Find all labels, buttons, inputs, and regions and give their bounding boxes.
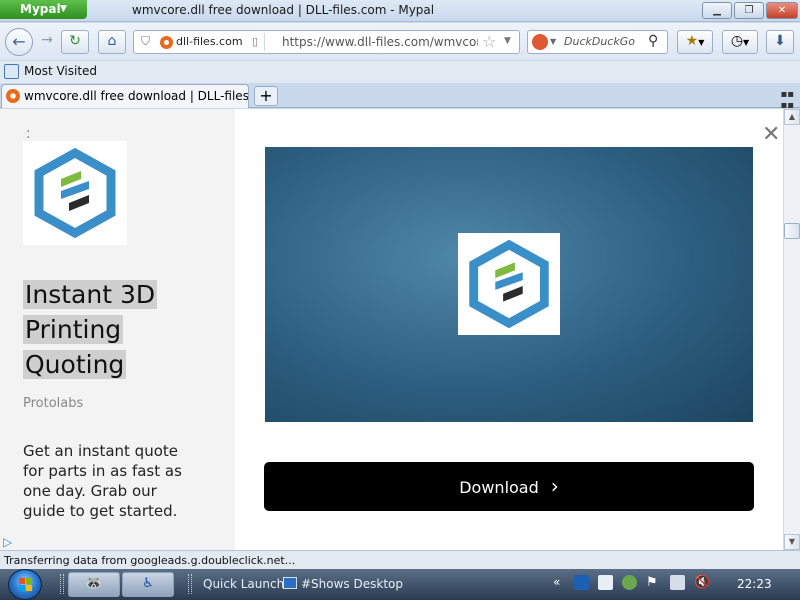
download-cta-button[interactable]: Download › — [264, 462, 754, 511]
protolabs-logo-icon — [469, 239, 549, 329]
window-controls: ▁ ❐ ✕ — [702, 2, 798, 19]
vertical-scrollbar[interactable]: ▲ ▼ — [783, 109, 800, 550]
ad-headline-line: Instant 3D — [23, 280, 158, 309]
search-bar[interactable]: ▼ DuckDuckGo ⚲ — [527, 30, 668, 54]
new-tab-button[interactable]: + — [254, 86, 278, 106]
clock-icon: ◷ — [730, 33, 744, 49]
status-text: Transferring data from googleads.g.doubl… — [4, 554, 296, 567]
scroll-up-arrow-icon[interactable]: ▲ — [784, 109, 800, 125]
forward-button[interactable]: → — [33, 30, 61, 54]
home-icon: ⌂ — [107, 33, 117, 49]
forward-arrow-icon: → — [41, 32, 53, 48]
download-arrow-icon: ⬇ — [774, 33, 786, 49]
quick-launch-label[interactable]: Quick Launch — [203, 577, 284, 591]
chevron-right-icon: › — [550, 474, 559, 498]
ad-headline-line: Printing — [23, 315, 124, 344]
download-cta-label: Download — [459, 478, 539, 497]
taskbar-app-mypal[interactable]: 🦝 — [68, 572, 120, 597]
navigation-toolbar: ← → ↻ ⌂ ⛉ dll-files.com ▯ https://www.dl… — [0, 23, 800, 60]
ad-headline[interactable]: Instant 3D Printing Quoting — [23, 277, 223, 382]
chevron-down-icon: ▼ — [743, 38, 750, 47]
ad-description: Get an instant quote for parts in as fas… — [23, 442, 182, 520]
tab-list-icon[interactable]: ▪▪ ▪▪ — [780, 89, 794, 111]
scroll-down-arrow-icon[interactable]: ▼ — [784, 534, 800, 550]
app-menu-button[interactable]: Mypal ▼ — [0, 0, 87, 19]
search-engine-dropdown-icon[interactable]: ▼ — [550, 37, 556, 46]
ad-video[interactable] — [265, 147, 753, 422]
back-arrow-icon: ← — [12, 32, 26, 51]
scrollbar-thumb[interactable] — [784, 223, 800, 239]
tray-document-icon[interactable] — [598, 575, 613, 590]
site-favicon-icon — [160, 36, 173, 49]
bookmark-most-visited[interactable]: Most Visited — [4, 64, 97, 79]
shows-desktop-label[interactable]: #Shows Desktop — [301, 577, 403, 591]
reload-button[interactable]: ↻ — [61, 30, 89, 54]
page-content: ··· Instant 3D Printing Quoting Protolab… — [0, 109, 783, 550]
tray-flag-icon[interactable]: ⚑ — [646, 575, 661, 590]
duckduckgo-icon — [532, 34, 548, 50]
taskbar: 🦝 ♿ Quick Launch #Shows Desktop « ⚑ 🔇 22… — [0, 569, 800, 600]
window-title: wmvcore.dll free download | DLL-files.co… — [132, 3, 435, 17]
bookmarks-menu-button[interactable]: ★▼ — [677, 30, 713, 54]
tab-label: wmvcore.dll free download | DLL-files.c.… — [24, 89, 249, 103]
plus-icon: + — [259, 86, 273, 105]
tray-expand-icon[interactable]: « — [553, 575, 560, 589]
search-input[interactable]: DuckDuckGo — [564, 35, 635, 48]
protolabs-logo-icon — [34, 147, 116, 239]
taskbar-grip[interactable] — [188, 574, 192, 594]
mypal-icon: 🦝 — [85, 576, 103, 591]
ad-left-panel: ··· Instant 3D Printing Quoting Protolab… — [0, 109, 235, 550]
tray-volume-muted-icon[interactable]: 🔇 — [694, 575, 710, 590]
tab-active[interactable]: wmvcore.dll free download | DLL-files.c.… — [1, 84, 249, 108]
site-identity[interactable]: dll-files.com ▯ — [158, 33, 266, 51]
taskbar-app-2[interactable]: ♿ — [122, 572, 174, 597]
start-button[interactable] — [8, 569, 42, 600]
home-button[interactable]: ⌂ — [98, 30, 126, 54]
app-icon: ♿ — [142, 576, 154, 591]
video-logo — [458, 233, 560, 335]
close-window-button[interactable]: ✕ — [766, 2, 798, 19]
bookmark-star-icon[interactable]: ☆ — [482, 32, 496, 51]
bookmark-label: Most Visited — [24, 64, 98, 78]
advertiser-logo[interactable] — [23, 141, 127, 245]
show-desktop-icon — [283, 577, 297, 589]
tray-security-icon[interactable] — [622, 575, 637, 590]
shield-icon: ⛉ — [141, 34, 151, 48]
url-dropdown-icon[interactable]: ▼ — [504, 36, 511, 46]
taskbar-clock[interactable]: 22:23 — [737, 577, 772, 591]
most-visited-icon — [4, 64, 19, 79]
tray-network-icon[interactable] — [670, 575, 685, 590]
downloads-button[interactable]: ⬇ — [766, 30, 794, 54]
tab-favicon-icon — [6, 89, 20, 103]
dropdown-arrow-icon: ▼ — [60, 4, 67, 14]
app-menu-label: Mypal — [20, 2, 61, 16]
url-input[interactable]: https://www.dll-files.com/wmvcore. — [282, 34, 478, 51]
restore-button[interactable]: ❐ — [734, 2, 764, 19]
ad-brand[interactable]: Protolabs — [23, 396, 83, 411]
windows-logo-icon — [19, 578, 32, 591]
chevron-down-icon: ▼ — [698, 38, 705, 47]
close-ad-button[interactable]: ✕ — [762, 122, 781, 147]
bookmarks-toolbar: Most Visited — [0, 61, 800, 83]
reload-icon: ↻ — [69, 33, 81, 49]
page-info-icon: ▯ — [252, 35, 259, 48]
close-icon: ✕ — [762, 122, 781, 147]
search-icon[interactable]: ⚲ — [648, 33, 658, 49]
minimize-button[interactable]: ▁ — [702, 2, 732, 19]
taskbar-grip[interactable] — [60, 574, 64, 594]
title-bar: Mypal ▼ wmvcore.dll free download | DLL-… — [0, 0, 800, 22]
adchoices-icon[interactable]: ▷ — [3, 535, 12, 549]
url-bar[interactable]: ⛉ dll-files.com ▯ https://www.dll-files.… — [133, 30, 520, 54]
site-identity-label: dll-files.com — [176, 35, 243, 48]
tab-strip: wmvcore.dll free download | DLL-files.c.… — [0, 83, 800, 111]
status-bar: Transferring data from googleads.g.doubl… — [0, 550, 800, 569]
back-button[interactable]: ← — [5, 28, 33, 56]
bookmarks-icon: ★ — [685, 33, 699, 49]
ad-headline-line: Quoting — [23, 350, 127, 379]
tray-accessibility-icon[interactable] — [574, 575, 589, 590]
history-button[interactable]: ◷▼ — [722, 30, 758, 54]
